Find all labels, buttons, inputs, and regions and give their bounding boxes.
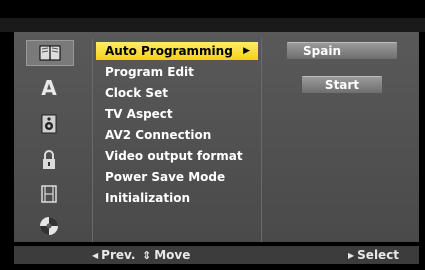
select-hint: ▶ Select — [348, 246, 399, 265]
menu-item-label: TV Aspect — [105, 107, 173, 121]
triangle-right-icon: ▶ — [348, 251, 355, 260]
move-label: Move — [154, 248, 191, 262]
options-panel: Spain Start — [265, 38, 415, 242]
prev-hint: ◀ Prev. — [92, 246, 135, 265]
menu-item-label: Power Save Mode — [105, 170, 226, 184]
lock-icon[interactable] — [26, 148, 72, 172]
film-icon[interactable] — [26, 182, 72, 206]
country-select[interactable]: Spain — [287, 42, 397, 59]
up-down-arrow-icon: ⇕ — [142, 249, 152, 262]
menu-item-program-edit[interactable]: Program Edit — [105, 63, 194, 81]
select-label: Select — [357, 248, 400, 262]
setup-menu: Auto Programming ▶ Program Edit Clock Se… — [92, 38, 262, 242]
category-icon-column: A — [14, 32, 88, 242]
setup-screen: A Auto Programming ▶ Program Edit Clock … — [0, 0, 425, 270]
language-a-glyph: A — [41, 76, 57, 100]
menu-item-label: Video output format — [105, 149, 243, 163]
menu-item-label: AV2 Connection — [105, 128, 212, 142]
chevron-right-icon: ▶ — [243, 46, 250, 56]
language-a-icon[interactable]: A — [26, 76, 72, 100]
menu-item-label: Initialization — [105, 191, 191, 205]
prev-label: Prev. — [101, 248, 136, 262]
menu-item-video-output-format[interactable]: Video output format — [105, 147, 243, 165]
menu-item-label: Program Edit — [105, 65, 194, 79]
start-button[interactable]: Start — [302, 76, 382, 93]
top-bar — [0, 18, 425, 32]
menu-item-tv-aspect[interactable]: TV Aspect — [105, 105, 173, 123]
menu-item-clock-set[interactable]: Clock Set — [105, 84, 168, 102]
menu-item-label: Auto Programming — [105, 44, 233, 58]
help-bar: ◀ Prev. ⇕ Move ▶ Select — [14, 246, 419, 264]
menu-item-initialization[interactable]: Initialization — [105, 189, 190, 207]
disc-icon[interactable] — [26, 214, 72, 238]
setup-book-icon[interactable] — [26, 40, 74, 66]
speaker-icon[interactable] — [26, 112, 72, 136]
move-hint: ⇕ Move — [142, 246, 190, 265]
menu-item-label: Clock Set — [105, 86, 168, 100]
menu-item-power-save-mode[interactable]: Power Save Mode — [105, 168, 225, 186]
menu-item-av2-connection[interactable]: AV2 Connection — [105, 126, 211, 144]
triangle-left-icon: ◀ — [92, 251, 99, 260]
menu-item-auto-programming[interactable]: Auto Programming ▶ — [96, 42, 258, 60]
